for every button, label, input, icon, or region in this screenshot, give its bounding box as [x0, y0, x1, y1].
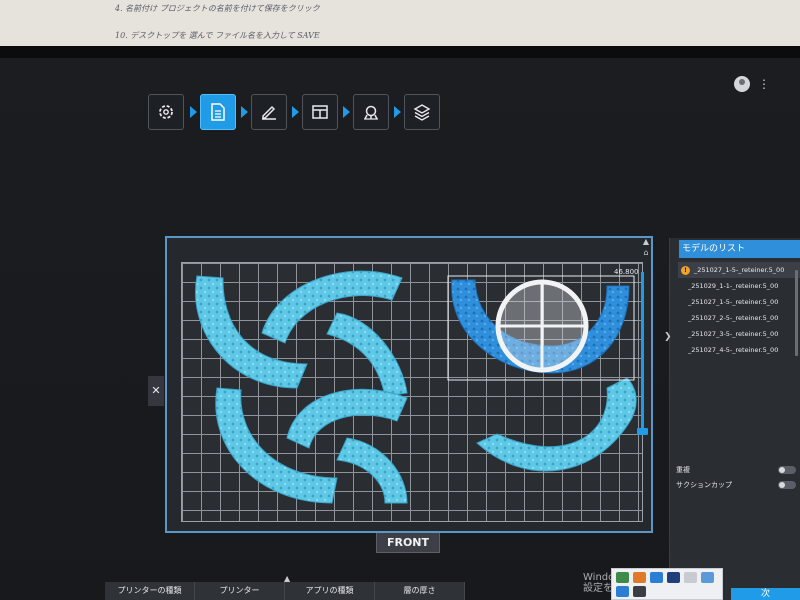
step-arrow-icon: [292, 106, 299, 118]
suction-cup-label: サクションカップ: [676, 481, 732, 489]
tray-app-icon[interactable]: [701, 572, 714, 583]
layer-thickness-tab[interactable]: 層の厚さ: [375, 582, 465, 600]
model-list-scrollbar[interactable]: [795, 270, 798, 356]
duplicate-toggle[interactable]: [778, 466, 796, 474]
gear-icon: [159, 105, 173, 119]
printer-type-tab[interactable]: プリンターの種類: [105, 582, 195, 600]
paper-note-line: 4. 名前付け プロジェクトの名前を付けて保存をクリック: [115, 4, 320, 13]
step-layers-button[interactable]: [404, 94, 440, 130]
tray-app-icon[interactable]: [616, 572, 629, 583]
step-settings-button[interactable]: [148, 94, 184, 130]
retainer-model[interactable]: [476, 377, 637, 472]
tray-app-icon[interactable]: [616, 586, 629, 597]
view-cube-icon[interactable]: ▲ ⌂: [639, 236, 653, 260]
model-list-item[interactable]: _251027_2-5-_reteiner.5_00: [678, 310, 800, 326]
tray-app-icon[interactable]: [633, 572, 646, 583]
model-list-item[interactable]: _251027_4-5-_reteiner.5_00: [678, 342, 800, 358]
collapse-panel-icon[interactable]: ❯: [664, 332, 672, 342]
step-support-button[interactable]: [353, 94, 389, 130]
paper-note-line: 10. デスクトップを 選んで ファイル名を入力して SAVE: [115, 31, 320, 40]
layers-icon: [413, 104, 431, 121]
app-type-tab[interactable]: アプリの種類: [285, 582, 375, 600]
model-list-title: モデルのリスト: [679, 240, 800, 258]
bottom-settings-bar: プリンターの種類 プリンター アプリの種類 層の厚さ: [105, 582, 465, 600]
model-item-label: _251027_2-5-_reteiner.5_00: [688, 314, 779, 322]
model-layer: [195, 270, 637, 504]
next-button[interactable]: 次: [731, 588, 800, 600]
suction-cup-toggle-row: サクションカップ: [676, 478, 800, 492]
front-view-tab[interactable]: FRONT: [376, 533, 440, 553]
step-arrow-icon: [343, 106, 350, 118]
model-item-label: _251027_1-5-_reteiner.5_00: [688, 298, 779, 306]
retainer-model[interactable]: [336, 437, 408, 504]
model-list: ! _251027_1-5-_reteiner.5_00 _251029_1-1…: [678, 262, 800, 358]
step-arrow-icon: [241, 106, 248, 118]
step-layout-button[interactable]: [302, 94, 338, 130]
retainer-model[interactable]: [326, 312, 408, 397]
system-tray-popup: [611, 568, 723, 600]
model-item-label: _251027_4-5-_reteiner.5_00: [688, 346, 779, 354]
document-icon: [211, 103, 225, 121]
step-edit-button[interactable]: [251, 94, 287, 130]
duplicate-label: 重複: [676, 466, 690, 474]
tray-app-icon[interactable]: [684, 572, 697, 583]
z-height-value: 46.800: [614, 268, 639, 276]
model-list-item[interactable]: ! _251027_1-5-_reteiner.5_00: [678, 262, 800, 278]
layout-icon: [312, 105, 328, 119]
step-file-button[interactable]: [200, 94, 236, 130]
pen-icon: [262, 105, 276, 120]
user-avatar-icon[interactable]: [734, 76, 750, 92]
tray-app-icon[interactable]: [667, 572, 680, 583]
suction-cup-toggle[interactable]: [778, 481, 796, 489]
model-item-label: _251029_1-1-_reteiner.5_00: [688, 282, 779, 290]
build-viewport[interactable]: [165, 236, 653, 533]
rotate-gizmo[interactable]: [495, 279, 589, 373]
close-panel-button[interactable]: ✕: [148, 376, 164, 406]
model-list-item[interactable]: _251027_3-5-_reteiner.5_00: [678, 326, 800, 342]
step-arrow-icon: [190, 106, 197, 118]
layer-slider-handle[interactable]: [637, 428, 648, 435]
printer-tab[interactable]: プリンター: [195, 582, 285, 600]
model-list-item[interactable]: _251027_1-5-_reteiner.5_00: [678, 294, 800, 310]
duplicate-toggle-row: 重複: [676, 463, 800, 477]
tray-app-icon[interactable]: [633, 586, 646, 597]
more-menu-icon[interactable]: ⋮: [758, 78, 770, 90]
tray-app-icon[interactable]: [650, 572, 663, 583]
user-area: ⋮: [734, 76, 770, 92]
support-icon: [364, 105, 378, 120]
paper-notes: 4. 名前付け プロジェクトの名前を付けて保存をクリック 10. デスクトップを…: [0, 0, 800, 50]
layer-slider-track[interactable]: [641, 272, 644, 432]
model-item-label: _251027_3-5-_reteiner.5_00: [688, 330, 779, 338]
step-arrow-icon: [394, 106, 401, 118]
warning-icon: !: [681, 265, 690, 275]
model-list-item[interactable]: _251029_1-1-_reteiner.5_00: [678, 278, 800, 294]
model-item-label: _251027_1-5-_reteiner.5_00: [694, 266, 785, 274]
